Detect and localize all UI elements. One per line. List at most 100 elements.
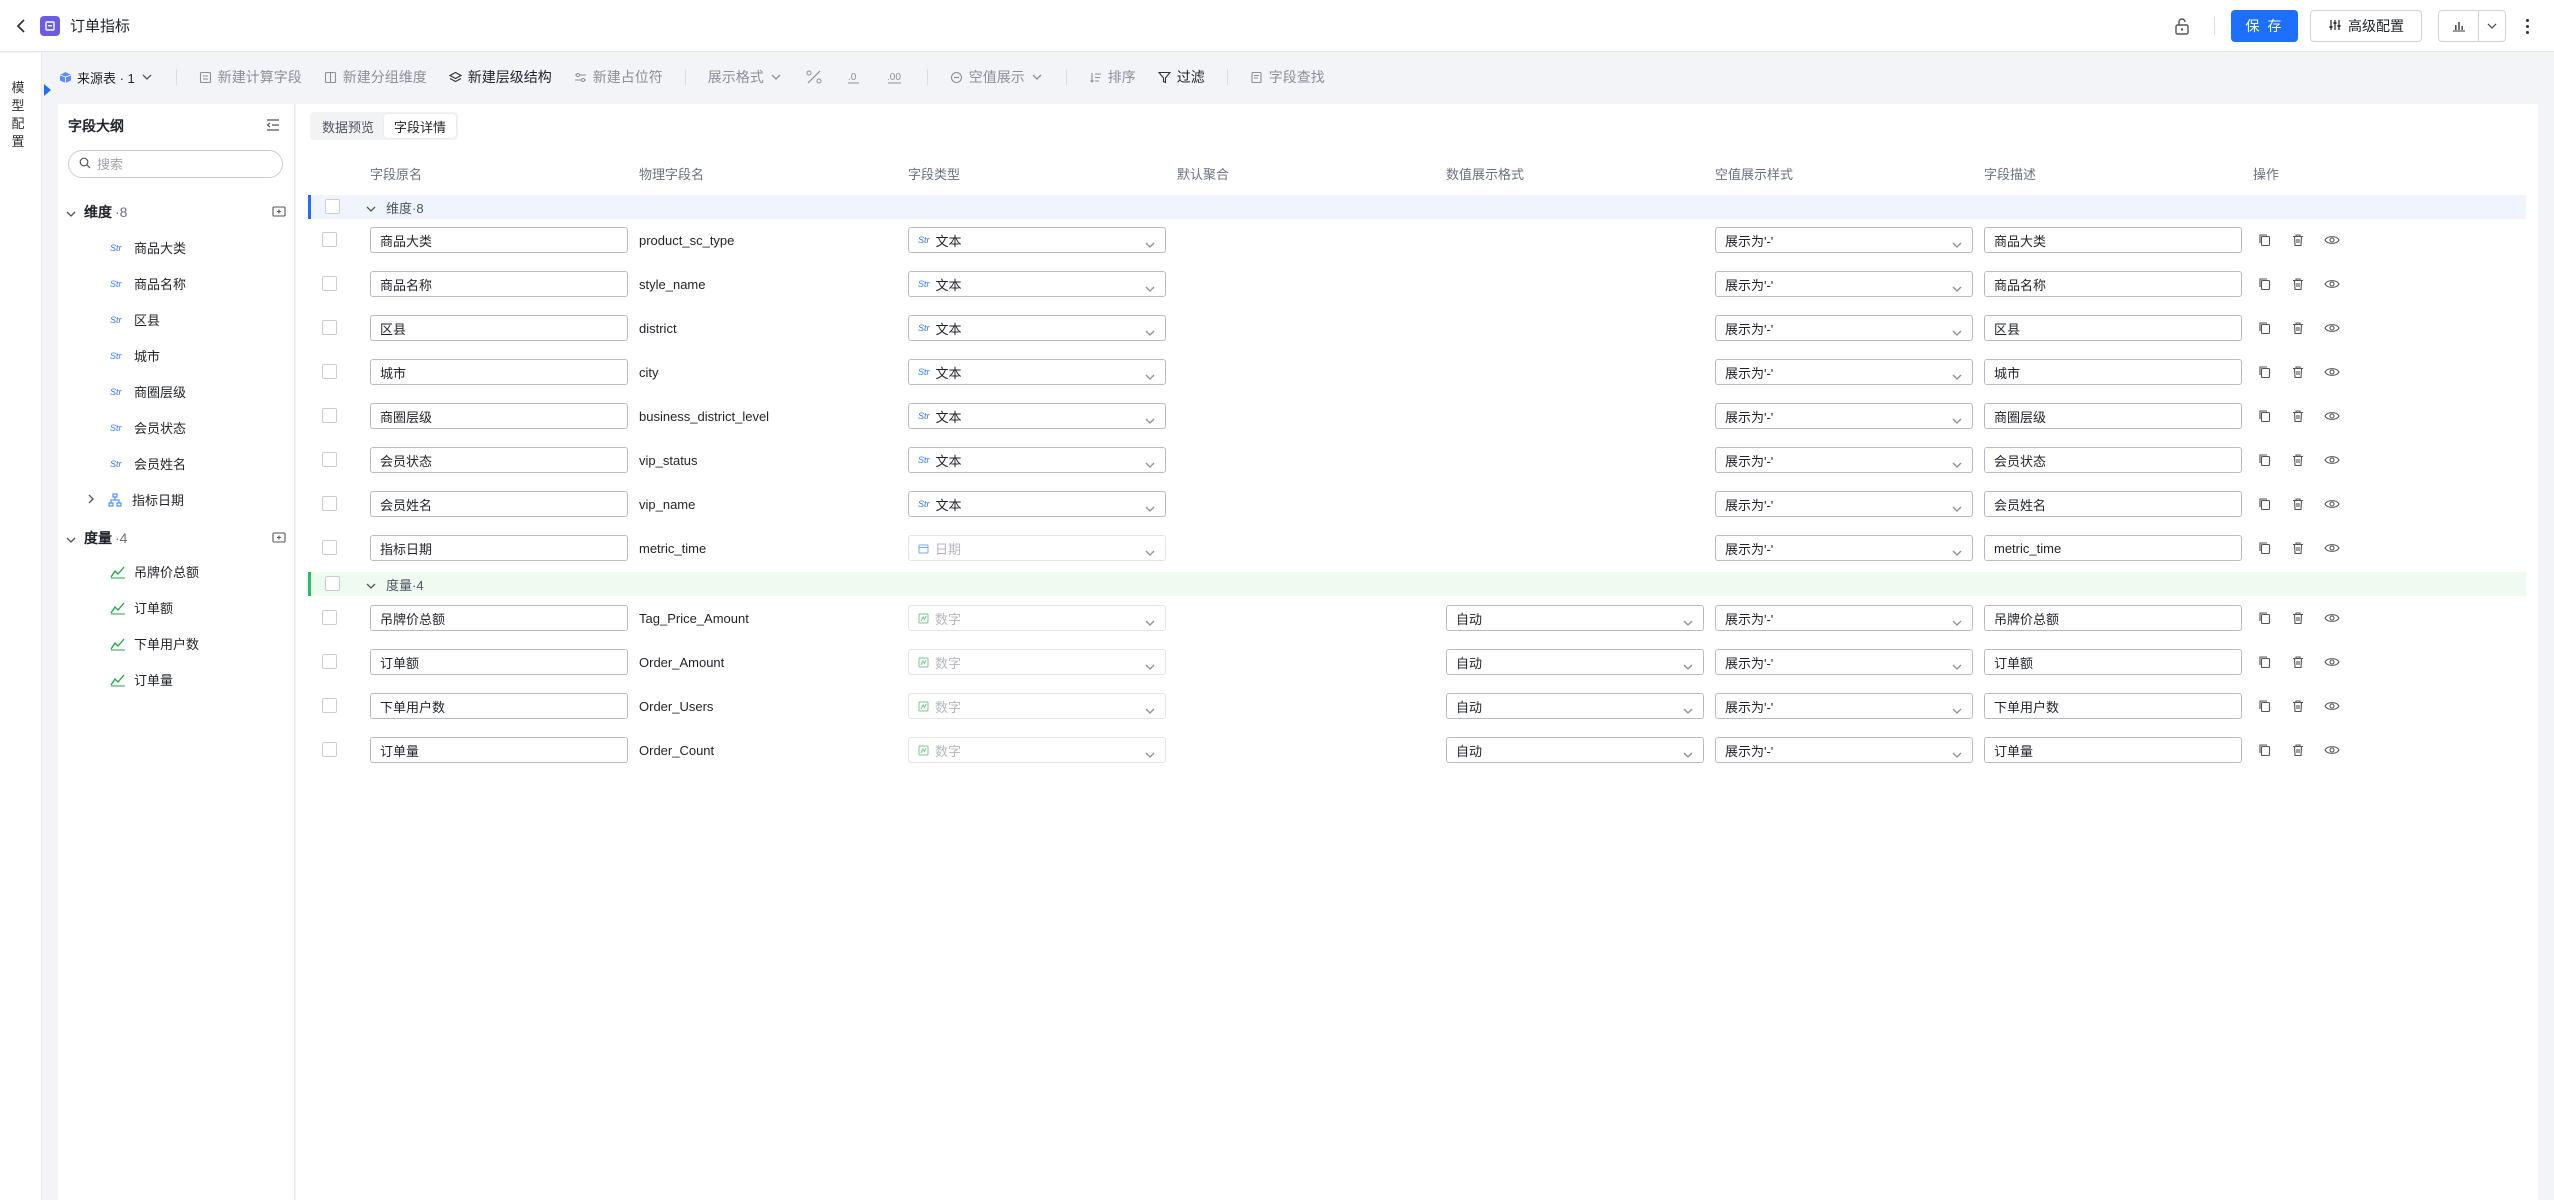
copy-icon[interactable] (2258, 743, 2272, 757)
null-style-select[interactable]: 展示为'-' (1715, 605, 1973, 631)
null-style-select[interactable]: 展示为'-' (1715, 491, 1973, 517)
chevron-right-icon[interactable] (88, 492, 94, 507)
number-format-select[interactable]: 自动 (1446, 737, 1704, 763)
outline-dim-item[interactable]: Str 会员状态 (110, 418, 186, 437)
filter-button[interactable]: 过滤 (1158, 67, 1205, 87)
field-description-input[interactable]: 订单量 (1984, 737, 2242, 763)
row-checkbox[interactable] (322, 364, 337, 379)
field-name-input[interactable]: 会员姓名 (370, 491, 628, 517)
field-description-input[interactable]: 商品大类 (1984, 227, 2242, 253)
row-checkbox[interactable] (322, 320, 337, 335)
trash-icon[interactable] (2291, 453, 2305, 467)
field-description-input[interactable]: metric_time (1984, 535, 2242, 561)
row-checkbox[interactable] (322, 408, 337, 423)
outline-dim-item[interactable]: Str 会员姓名 (110, 454, 186, 473)
measure-group[interactable]: 度量 ·4 (66, 528, 286, 548)
outline-measure-item[interactable]: 订单量 (110, 670, 173, 689)
chevron-down-icon[interactable] (2479, 23, 2505, 29)
tab-data-preview[interactable]: 数据预览 (312, 114, 384, 138)
copy-icon[interactable] (2258, 321, 2272, 335)
null-style-select[interactable]: 展示为'-' (1715, 271, 1973, 297)
eye-icon[interactable] (2324, 454, 2340, 466)
search-input[interactable] (97, 156, 267, 172)
row-checkbox[interactable] (322, 232, 337, 247)
more-icon[interactable] (2520, 16, 2534, 36)
row-checkbox[interactable] (322, 610, 337, 625)
field-description-input[interactable]: 城市 (1984, 359, 2242, 385)
copy-icon[interactable] (2258, 453, 2272, 467)
add-folder-icon[interactable] (272, 530, 286, 544)
outline-measure-item[interactable]: 订单额 (110, 598, 173, 617)
eye-icon[interactable] (2324, 410, 2340, 422)
outline-measure-item[interactable]: 吊牌价总额 (110, 562, 199, 581)
back-icon[interactable] (12, 16, 32, 36)
display-format-dropdown[interactable]: 展示格式 (708, 67, 783, 87)
eye-icon[interactable] (2324, 278, 2340, 290)
trash-icon[interactable] (2291, 541, 2305, 555)
number-format-select[interactable]: 自动 (1446, 693, 1704, 719)
null-style-select[interactable]: 展示为'-' (1715, 359, 1973, 385)
copy-icon[interactable] (2258, 365, 2272, 379)
dimension-group[interactable]: 维度 ·8 (66, 202, 286, 222)
field-search-button[interactable]: 字段查找 (1250, 67, 1325, 87)
new-group-dim-button[interactable]: 新建分组维度 (324, 67, 427, 87)
field-description-input[interactable]: 会员状态 (1984, 447, 2242, 473)
group-checkbox[interactable] (325, 576, 340, 591)
null-style-select[interactable]: 展示为'-' (1715, 447, 1973, 473)
field-name-input[interactable]: 商品大类 (370, 227, 628, 253)
field-description-input[interactable]: 下单用户数 (1984, 693, 2242, 719)
row-checkbox[interactable] (322, 742, 337, 757)
eye-icon[interactable] (2324, 322, 2340, 334)
list-item-metric-date[interactable]: 指标日期 (88, 490, 184, 509)
advanced-config-button[interactable]: 高级配置 (2310, 10, 2422, 42)
null-style-select[interactable]: 展示为'-' (1715, 315, 1973, 341)
field-name-input[interactable]: 城市 (370, 359, 628, 385)
eye-icon[interactable] (2324, 498, 2340, 510)
null-style-select[interactable]: 展示为'-' (1715, 535, 1973, 561)
field-name-input[interactable]: 下单用户数 (370, 693, 628, 719)
row-checkbox[interactable] (322, 654, 337, 669)
eye-icon[interactable] (2324, 656, 2340, 668)
copy-icon[interactable] (2258, 655, 2272, 669)
row-checkbox[interactable] (322, 276, 337, 291)
field-name-input[interactable]: 订单量 (370, 737, 628, 763)
field-name-input[interactable]: 吊牌价总额 (370, 605, 628, 631)
increase-decimal-button[interactable]: .00 (885, 70, 905, 84)
field-type-select[interactable]: Str 文本 (908, 227, 1166, 253)
row-checkbox[interactable] (322, 452, 337, 467)
copy-icon[interactable] (2258, 233, 2272, 247)
field-description-input[interactable]: 区县 (1984, 315, 2242, 341)
field-type-select[interactable]: Str 文本 (908, 403, 1166, 429)
field-description-input[interactable]: 商圈层级 (1984, 403, 2242, 429)
chart-view-dropdown[interactable] (2438, 10, 2506, 42)
group-checkbox[interactable] (325, 199, 340, 214)
eye-icon[interactable] (2324, 366, 2340, 378)
expand-arrow-icon[interactable] (44, 84, 51, 96)
copy-icon[interactable] (2258, 541, 2272, 555)
trash-icon[interactable] (2291, 743, 2305, 757)
chevron-down-icon[interactable] (66, 204, 76, 220)
outline-measure-item[interactable]: 下单用户数 (110, 634, 199, 653)
outline-dim-item[interactable]: Str 商圈层级 (110, 382, 186, 401)
eye-icon[interactable] (2324, 542, 2340, 554)
trash-icon[interactable] (2291, 233, 2305, 247)
eye-icon[interactable] (2324, 744, 2340, 756)
outline-dim-item[interactable]: Str 区县 (110, 310, 160, 329)
field-description-input[interactable]: 会员姓名 (1984, 491, 2242, 517)
eye-icon[interactable] (2324, 612, 2340, 624)
sort-button[interactable]: 排序 (1089, 67, 1136, 87)
copy-icon[interactable] (2258, 497, 2272, 511)
lock-icon[interactable] (2172, 16, 2192, 36)
trash-icon[interactable] (2291, 277, 2305, 291)
field-type-select[interactable]: Str 文本 (908, 359, 1166, 385)
null-display-dropdown[interactable]: 空值展示 (950, 67, 1044, 87)
trash-icon[interactable] (2291, 409, 2305, 423)
null-style-select[interactable]: 展示为'-' (1715, 649, 1973, 675)
field-name-input[interactable]: 商圈层级 (370, 403, 628, 429)
copy-icon[interactable] (2258, 611, 2272, 625)
outline-search[interactable] (68, 150, 283, 178)
outline-dim-item[interactable]: Str 城市 (110, 346, 160, 365)
field-name-input[interactable]: 区县 (370, 315, 628, 341)
save-button[interactable]: 保 存 (2231, 10, 2298, 42)
percent-format-button[interactable] (805, 70, 823, 84)
